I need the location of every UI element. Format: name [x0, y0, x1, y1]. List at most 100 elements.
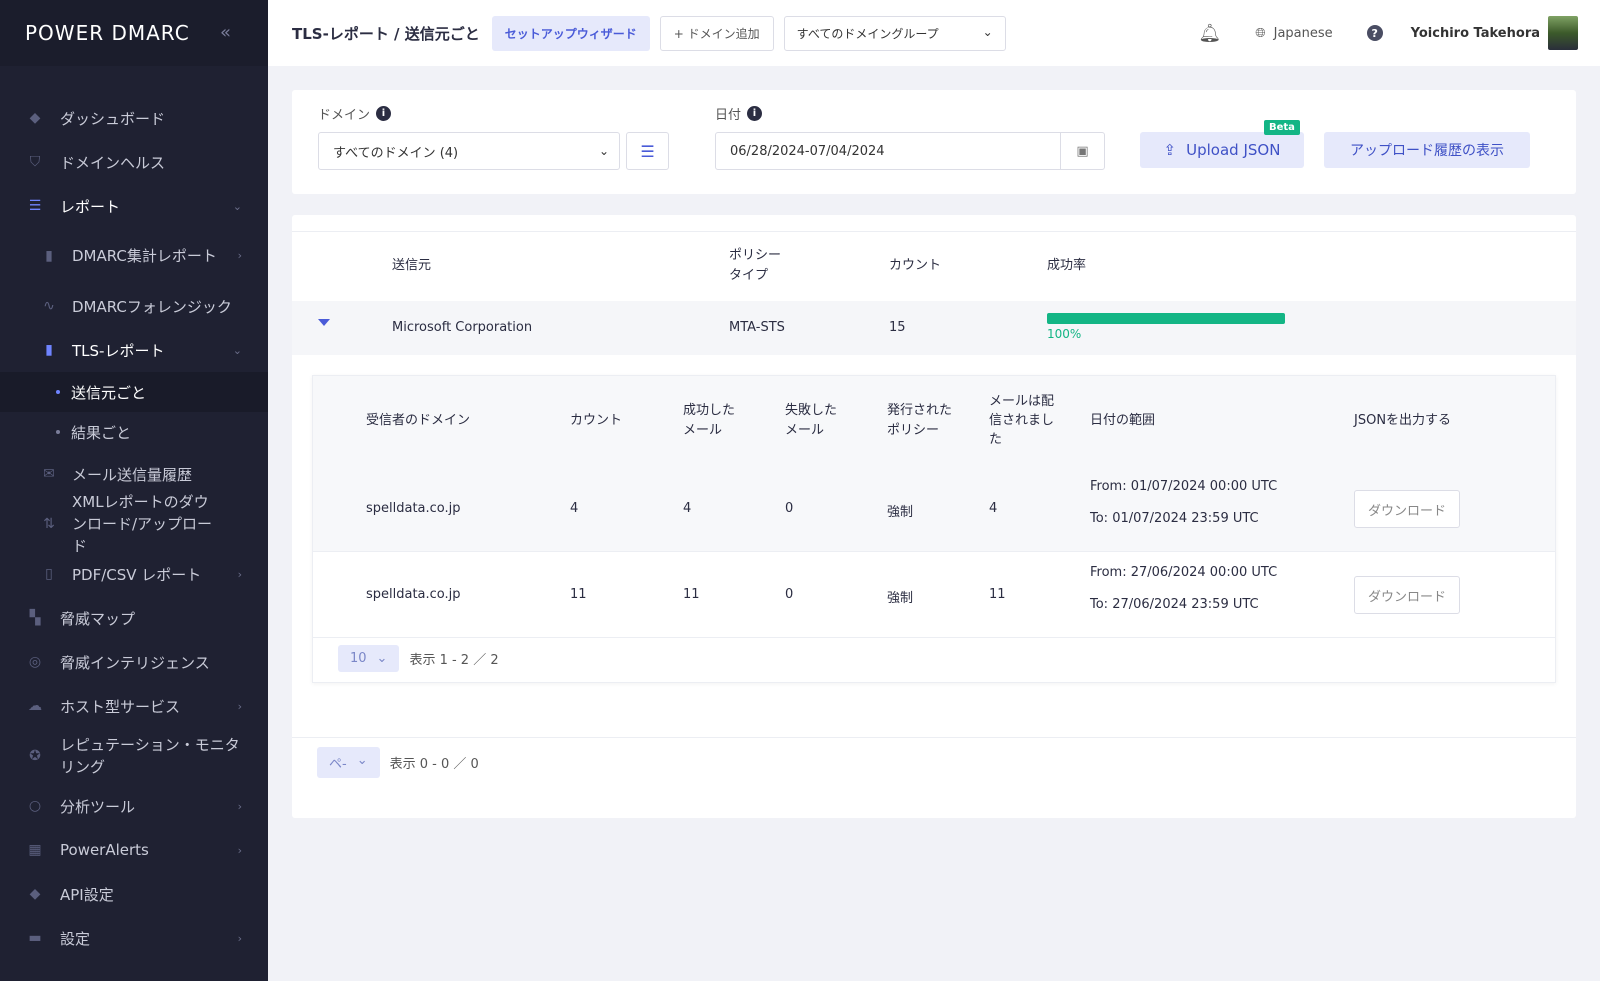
divider [292, 737, 1576, 738]
table-row[interactable]: Microsoft Corporation MTA-STS 15 100% [292, 301, 1576, 355]
info-icon[interactable]: i [747, 106, 763, 121]
col-failed-l1[interactable]: 失敗した [785, 401, 837, 421]
sidebar-item-label: 分析ツール [60, 797, 136, 816]
sidebar-item-threat-intel[interactable]: ◎ 脅威インテリジェンス [0, 640, 268, 684]
setup-wizard-button[interactable]: セットアップウィザード [491, 15, 650, 51]
sidebar-item-by-sender[interactable]: 送信元ごと [0, 372, 268, 412]
grid-icon: ▦ [28, 842, 42, 858]
globe-icon: 🌐︎ [1255, 25, 1266, 41]
map-icon: ▚ [29, 610, 41, 626]
sidebar-item-analysis-tools[interactable]: ○ 分析ツール › [0, 784, 268, 828]
sidebar-item-dmarc-aggregate[interactable]: ▮ DMARC集計レポート › [0, 228, 268, 284]
sidebar-item-pdf-csv[interactable]: ▯ PDF/CSV レポート › [0, 552, 268, 596]
filter-settings-icon[interactable]: ☰ [626, 132, 669, 170]
expand-caret-icon[interactable] [318, 319, 330, 326]
info-icon[interactable]: i [376, 106, 392, 121]
table-header: 送信元 ポリシー タイプ カウント 成功率 [292, 231, 1576, 301]
col-count[interactable]: カウント [570, 411, 622, 431]
col-policy-l2: ポリシー [887, 423, 940, 438]
download-button[interactable]: ダウンロード [1354, 490, 1460, 528]
count-value: 15 [889, 320, 906, 335]
add-domain-button[interactable]: + ドメイン追加 [659, 15, 774, 51]
domain-group-select[interactable]: すべてのドメイングループ ⌄ [783, 15, 1006, 51]
sidebar-item-dashboard[interactable]: ◆ ダッシュボード [0, 96, 268, 140]
help-icon[interactable]: ? [1366, 25, 1383, 41]
col-delivered-l1[interactable]: メールは配 [989, 392, 1054, 412]
page-size-select[interactable]: ペ- ⌄ [317, 747, 380, 778]
avatar[interactable] [1548, 16, 1578, 50]
sidebar-item-api-settings[interactable]: ◆ API設定 [0, 872, 268, 916]
sidebar-item-label: ドメインヘルス [60, 153, 166, 172]
sidebar-item-label: DMARC集計レポート [72, 247, 217, 265]
failed-value: 0 [785, 587, 794, 602]
upload-json-button[interactable]: ⇪ Upload JSON [1140, 132, 1304, 168]
plus-icon: + [673, 26, 688, 41]
search-icon: ○ [28, 798, 42, 814]
calendar-icon[interactable]: ▣ [1060, 133, 1104, 169]
pagination-info: 表示 0 - 0 ／ 0 [389, 757, 479, 772]
language-select[interactable]: 🌐︎ Japanese [1255, 26, 1332, 41]
domain-select-value: すべてのドメイン (4) [333, 145, 459, 161]
sidebar-item-label: レポート [60, 197, 121, 216]
sidebar-item-by-result[interactable]: 結果ごと [0, 412, 268, 452]
success-rate-bar [1047, 313, 1285, 324]
sidebar-item-threat-map[interactable]: ▚ 脅威マップ [0, 596, 268, 640]
recipient-domain: spelldata.co.jp [366, 587, 461, 602]
upload-history-button[interactable]: アップロード履歴の表示 [1324, 132, 1530, 168]
range-from: From: 01/07/2024 00:00 UTC [1090, 479, 1278, 494]
user-name[interactable]: Yoichiro Takehora [1411, 26, 1540, 41]
transfer-icon: ⇅ [43, 516, 55, 532]
chevron-down-icon: ⌄ [232, 343, 242, 357]
successful-value: 4 [683, 501, 692, 516]
col-policy-type-l1[interactable]: ポリシー [729, 246, 781, 266]
col-date-range[interactable]: 日付の範囲 [1090, 411, 1155, 431]
sidebar-item-dmarc-forensic[interactable]: ∿ DMARCフォレンジック [0, 284, 268, 328]
add-domain-label: ドメイン追加 [687, 26, 760, 41]
domain-select[interactable]: すべてのドメイン (4) ⌄ [318, 132, 620, 170]
sidebar-item-label: TLS-レポート [72, 341, 165, 360]
date-label-text: 日付 [715, 108, 742, 123]
bell-icon[interactable]: 🔔︎ [1198, 23, 1221, 44]
detail-table: 受信者のドメイン カウント 成功した メール 失敗した メール 発行された ポリ… [312, 375, 1556, 683]
col-policy-l1[interactable]: 発行された [887, 401, 952, 421]
sidebar-item-settings[interactable]: ▬ 設定 › [0, 916, 268, 960]
bullet-dot [56, 430, 60, 434]
upload-icon: ⇪ [1163, 141, 1177, 159]
policy-value: 強制 [887, 505, 914, 520]
report-icon: ☰ [28, 198, 42, 214]
col-sender[interactable]: 送信元 [392, 256, 431, 276]
download-button[interactable]: ダウンロード [1354, 576, 1460, 614]
sidebar-item-xml-transfer[interactable]: ⇅ XMLレポートのダウンロード/アップロード [0, 493, 268, 555]
col-delivered-l3: た [989, 432, 1003, 447]
page-size-select[interactable]: 10 ⌄ [338, 645, 400, 672]
detail-table-header: 受信者のドメイン カウント 成功した メール 失敗した メール 発行された ポリ… [313, 376, 1555, 466]
col-recipient-domain[interactable]: 受信者のドメイン [366, 411, 470, 431]
sidebar-item-reputation[interactable]: ✪ レピュテーション・モニタリング [0, 728, 268, 784]
col-delivered-l2: 信されまし [989, 413, 1055, 428]
col-count[interactable]: カウント [889, 256, 941, 276]
recipient-domain: spelldata.co.jp [366, 501, 461, 516]
sidebar-item-mail-volume[interactable]: ✉ メール送信量履歴 [0, 452, 268, 496]
language-label: Japanese [1273, 25, 1333, 41]
sidebar-item-tls-report[interactable]: ▮ TLS-レポート ⌄ [0, 328, 268, 372]
col-successful-l1[interactable]: 成功した [683, 401, 735, 421]
sidebar-item-hosted-services[interactable]: ☁ ホスト型サービス › [0, 684, 268, 728]
brand-logo: POWER DMARC [25, 21, 190, 45]
col-json-export: JSONを出力する [1354, 413, 1452, 428]
api-icon: ◆ [29, 886, 41, 902]
sidebar-item-label: XMLレポートのダウンロード/アップロード [72, 493, 213, 555]
sidebar-item-domain-health[interactable]: ⛉ ドメインヘルス [0, 140, 268, 184]
page-size-value: ペ- [329, 757, 347, 772]
cloud-icon: ☁ [28, 698, 42, 714]
chevron-right-icon: › [237, 567, 242, 581]
sidebar-item-label: 送信元ごと [71, 383, 147, 402]
col-success-rate[interactable]: 成功率 [1047, 256, 1086, 276]
sidebar-item-reports[interactable]: ☰ レポート ⌄ [0, 184, 268, 228]
date-range-input[interactable]: 06/28/2024-07/04/2024 ▣ [715, 132, 1105, 170]
failed-value: 0 [785, 501, 794, 516]
collapse-sidebar-icon[interactable]: « [220, 22, 231, 43]
date-range-value: 06/28/2024-07/04/2024 [730, 143, 885, 159]
chevron-right-icon: › [237, 843, 242, 857]
chevron-down-icon: ⌄ [232, 199, 242, 213]
sidebar-item-poweralerts[interactable]: ▦ PowerAlerts › [0, 828, 268, 872]
